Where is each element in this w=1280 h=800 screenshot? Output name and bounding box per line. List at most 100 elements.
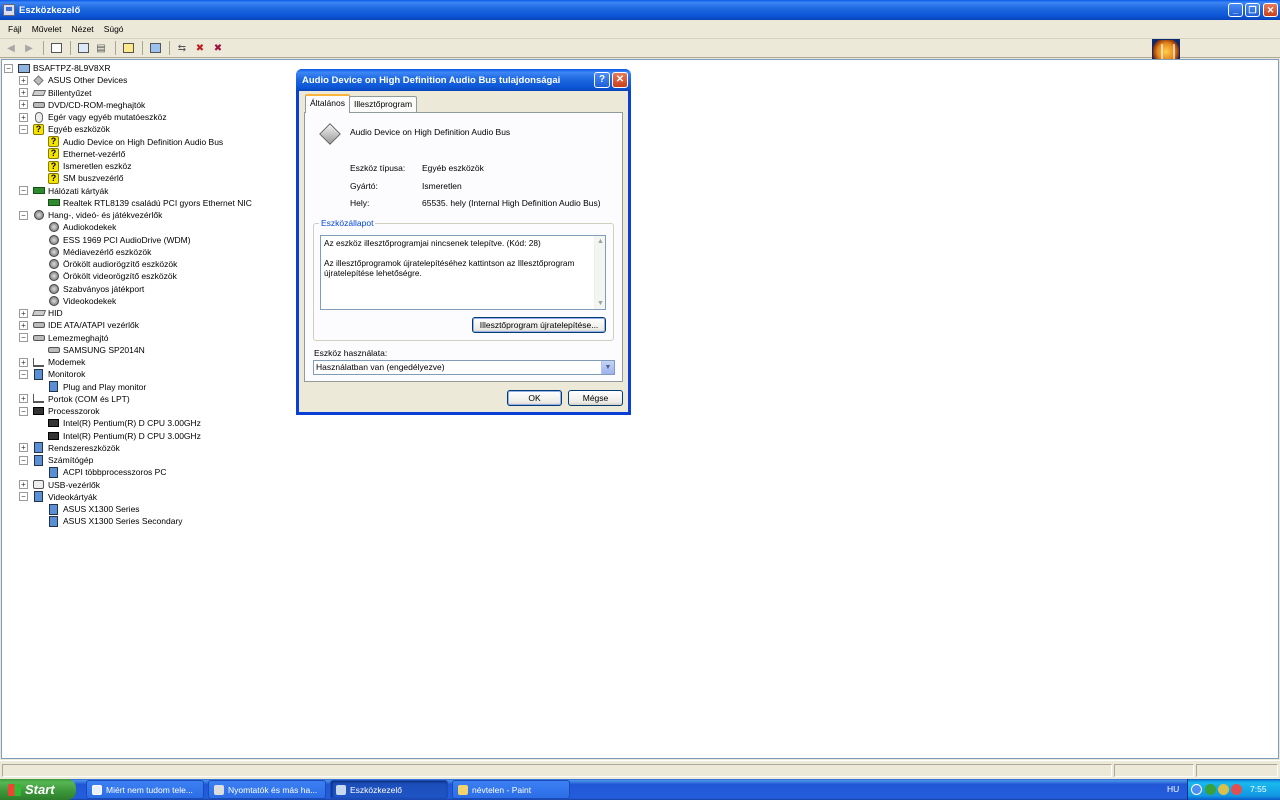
show-hide-console-tree-icon[interactable] [48,41,64,56]
expand-icon[interactable]: + [19,75,28,85]
back-arrow-icon[interactable]: ◀ [3,41,19,56]
expand-icon[interactable]: + [19,394,28,404]
tree-item[interactable]: Örökölt audiorögzítő eszközök [47,258,177,270]
print-icon[interactable]: ▤ [93,41,109,56]
cancel-button[interactable]: Mégse [568,390,623,406]
tree-item[interactable]: Realtek RTL8139 családú PCI gyors Ethern… [47,197,252,209]
tree-item[interactable]: + Portok (COM és LPT) [19,393,130,405]
expand-icon[interactable]: + [19,308,28,318]
tree-item[interactable]: −? Egyéb eszközök [19,123,110,135]
tray-security-icon[interactable] [1231,784,1242,795]
tray-network-icon[interactable] [1205,784,1216,795]
collapse-icon[interactable]: − [19,406,28,416]
collapse-icon[interactable]: − [19,210,28,220]
expand-icon[interactable]: + [19,480,28,489]
properties-icon[interactable] [75,41,91,56]
taskbar-item-browser[interactable]: Miért nem tudom tele... [86,780,204,799]
tray-volume-icon[interactable] [1218,784,1229,795]
status-scrollbar[interactable]: ▲ ▼ [594,236,605,309]
tree-item[interactable]: − BSAFTPZ-8L9V8XR [4,62,110,74]
menu-help[interactable]: Súgó [99,24,129,34]
tree-item[interactable]: Örökölt videorögzítő eszközök [47,270,177,282]
expand-icon[interactable]: + [19,112,28,122]
minimize-button[interactable]: _ [1228,3,1243,17]
language-indicator[interactable]: HU [1167,784,1179,794]
clock[interactable]: 7:55 [1250,784,1267,794]
tab-driver[interactable]: Illesztőprogram [349,96,418,112]
tree-item[interactable]: ? Ismeretlen eszköz [47,160,132,172]
menu-action[interactable]: Művelet [27,24,67,34]
tree-item[interactable]: ? Ethernet-vezérlő [47,148,125,160]
tree-item[interactable]: + IDE ATA/ATAPI vezérlők [19,319,139,331]
tree-item[interactable]: ASUS X1300 Series Secondary [47,515,183,527]
reinstall-driver-button[interactable]: Illesztőprogram újratelepítése... [472,317,606,333]
menu-file[interactable]: Fájl [3,24,27,34]
tray-expand-icon[interactable] [1191,784,1202,795]
dialog-title-bar[interactable]: Audio Device on High Definition Audio Bu… [296,69,631,91]
expand-icon[interactable]: + [19,443,28,453]
close-window-button[interactable]: ✕ [1263,3,1278,17]
scroll-down-arrow-icon[interactable]: ▼ [596,299,605,308]
tree-item[interactable]: − Videokártyák [19,491,97,503]
device-tree[interactable]: − BSAFTPZ-8L9V8XR + ASUS Other Devices + Bill… [1,59,1279,759]
forward-arrow-icon[interactable]: ▶ [21,41,37,56]
tree-item[interactable]: − Számítógép [19,454,93,466]
tree-item[interactable]: + Billentyűzet [19,87,91,99]
tree-item[interactable]: Audiokodekek [47,221,116,233]
window-title-bar[interactable]: Eszközkezelő _ ❐ ✕ [0,0,1280,20]
collapse-icon[interactable]: − [19,455,28,465]
chevron-down-icon[interactable]: ▼ [601,361,614,374]
scroll-up-arrow-icon[interactable]: ▲ [596,237,605,246]
tree-item[interactable]: + USB-vezérlők [19,479,100,491]
tree-item[interactable]: Plug and Play monitor [47,381,146,393]
tree-item[interactable]: Médiavezérlő eszközök [47,246,151,258]
collapse-icon[interactable]: − [19,369,28,379]
tree-item[interactable]: Intel(R) Pentium(R) D CPU 3.00GHz [47,430,201,442]
expand-icon[interactable]: + [19,320,28,330]
tree-item[interactable]: Szabványos játékport [47,283,144,295]
help-icon[interactable] [120,41,136,56]
expand-icon[interactable]: + [19,88,28,97]
tree-item[interactable]: + HID [19,307,63,319]
taskbar-item-printers[interactable]: Nyomtatók és más ha... [208,780,326,799]
scan-hardware-icon[interactable]: ⇆ [174,41,190,56]
expand-icon[interactable]: + [19,357,28,367]
collapse-icon[interactable]: − [19,492,28,502]
view-mode-icon[interactable] [147,41,163,56]
tree-item[interactable]: − Monitorok [19,368,85,380]
tree-item[interactable]: + Egér vagy egyéb mutatóeszköz [19,111,167,123]
tree-item[interactable]: ? SM buszvezérlő [47,172,123,184]
tree-item[interactable]: − Hang-, videó- és játékvezérlők [19,209,162,221]
uninstall-device-icon[interactable]: ✖ [192,41,208,56]
tree-item[interactable]: + Rendszereszközök [19,442,120,454]
tree-item[interactable]: SAMSUNG SP2014N [47,344,145,356]
tree-item[interactable]: Videokodekek [47,295,116,307]
tree-item[interactable]: + ASUS Other Devices [19,74,127,86]
collapse-icon[interactable]: − [19,186,28,195]
tree-item[interactable]: ACPI többprocesszoros PC [47,466,166,478]
start-button[interactable]: Start [0,779,76,800]
menu-view[interactable]: Nézet [66,24,98,34]
tab-general[interactable]: Általános [305,94,350,113]
tree-item[interactable]: ? Audio Device on High Definition Audio B… [47,136,223,148]
maximize-button[interactable]: ❐ [1245,3,1260,17]
tree-item[interactable]: − Hálózati kártyák [19,185,108,197]
tree-item[interactable]: ASUS X1300 Series [47,503,140,515]
taskbar-item-device-manager[interactable]: Eszközkezelő [330,780,448,799]
device-status-textbox[interactable]: Az eszköz illesztőprogramjai nincsenek t… [320,235,606,310]
collapse-icon[interactable]: − [19,333,28,342]
device-usage-select[interactable]: Használatban van (engedélyezve) ▼ [313,360,615,375]
collapse-icon[interactable]: − [19,124,28,134]
tree-item[interactable]: − Lemezmeghajtó [19,332,108,344]
taskbar-item-paint[interactable]: névtelen - Paint [452,780,570,799]
tree-item[interactable]: + DVD/CD-ROM-meghajtók [19,99,145,111]
tree-item[interactable]: − Processzorok [19,405,100,417]
disable-device-icon[interactable]: ✖ [210,41,226,56]
dialog-help-button[interactable]: ? [594,72,610,88]
collapse-icon[interactable]: − [4,63,13,73]
tree-item[interactable]: + Modemek [19,356,85,368]
tree-item[interactable]: ESS 1969 PCI AudioDrive (WDM) [47,234,191,246]
ok-button[interactable]: OK [507,390,562,406]
tree-item[interactable]: Intel(R) Pentium(R) D CPU 3.00GHz [47,417,201,429]
dialog-close-button[interactable]: ✕ [612,72,628,88]
